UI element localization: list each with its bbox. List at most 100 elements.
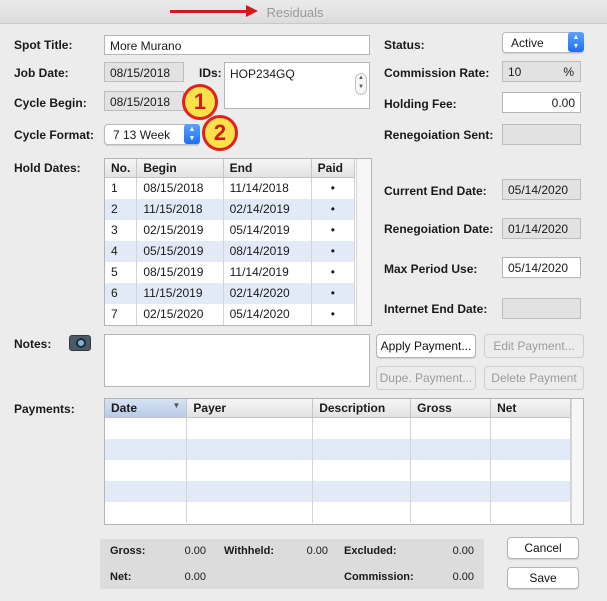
holding-fee-input[interactable]: 0.00 — [502, 92, 581, 113]
payments-scrollbar[interactable] — [571, 399, 583, 524]
cell-begin: 02/15/2020 — [136, 303, 224, 325]
col-begin[interactable]: Begin — [136, 159, 224, 178]
hold-dates-scrollbar[interactable] — [356, 159, 371, 325]
cell-begin: 11/15/2019 — [136, 282, 224, 304]
max-period-use-label: Max Period Use: — [384, 262, 478, 276]
table-row[interactable]: 4 05/15/2019 08/14/2019 • — [105, 240, 356, 262]
cell-no: 3 — [105, 219, 138, 241]
commission-value: 0.00 — [452, 571, 474, 583]
table-row[interactable]: 2 11/15/2018 02/14/2019 • — [105, 198, 356, 220]
commission-label: Commission: — [344, 571, 414, 583]
cell-end: 05/14/2020 — [223, 303, 312, 325]
table-row[interactable] — [105, 438, 571, 460]
excluded-label: Excluded: — [344, 545, 397, 557]
annotation-arrow-head-icon — [246, 5, 258, 17]
notes-textarea[interactable] — [104, 334, 370, 387]
table-row[interactable] — [105, 459, 571, 481]
col-date[interactable]: Date ▼ — [105, 399, 188, 418]
cell-end: 02/14/2019 — [223, 198, 312, 220]
cell-end: 02/14/2020 — [223, 282, 312, 304]
spot-title-label: Spot Title: — [14, 38, 73, 52]
annotation-badge-two: 2 — [202, 115, 238, 151]
current-end-date-label: Current End Date: — [384, 184, 487, 198]
holding-fee-label: Holding Fee: — [384, 97, 457, 111]
cycle-begin-label: Cycle Begin: — [14, 96, 87, 110]
table-row[interactable] — [105, 480, 571, 502]
table-row[interactable]: 3 02/15/2019 05/14/2019 • — [105, 219, 356, 241]
net-value: 0.00 — [184, 571, 206, 583]
cell-no: 7 — [105, 303, 138, 325]
max-period-use-field[interactable]: 05/14/2020 — [502, 257, 581, 278]
cell-paid: • — [311, 303, 356, 325]
payments-table: Date ▼ Payer Description Gross Net — [104, 398, 584, 525]
cycle-format-stepper-icon[interactable]: ▲ ▼ — [184, 124, 200, 144]
job-date-field[interactable]: 08/15/2018 — [104, 62, 184, 82]
cell-paid: • — [311, 240, 356, 262]
cell-begin: 11/15/2018 — [136, 198, 224, 220]
net-label: Net: — [110, 571, 132, 583]
table-row[interactable] — [105, 501, 571, 523]
status-label: Status: — [384, 38, 425, 52]
renegotiation-sent-field[interactable] — [502, 124, 581, 145]
table-row[interactable]: 5 08/15/2019 11/14/2019 • — [105, 261, 356, 283]
spot-title-input[interactable]: More Murano — [104, 35, 370, 55]
status-value: Active — [511, 36, 544, 50]
cell-end: 08/14/2019 — [223, 240, 312, 262]
cell-paid: • — [311, 219, 356, 241]
internet-end-date-label: Internet End Date: — [384, 302, 488, 316]
cell-end: 11/14/2018 — [223, 177, 312, 199]
current-end-date-field[interactable]: 05/14/2020 — [502, 179, 581, 200]
cell-no: 1 — [105, 177, 138, 199]
gross-label: Gross: — [110, 545, 146, 557]
cell-begin: 08/15/2019 — [136, 261, 224, 283]
col-no[interactable]: No. — [105, 159, 138, 178]
cancel-button[interactable]: Cancel — [507, 537, 579, 559]
dupe-payment-button[interactable]: Dupe. Payment... — [376, 366, 476, 390]
commission-rate-value: 10 — [508, 65, 522, 79]
status-stepper-icon[interactable]: ▲ ▼ — [568, 32, 584, 52]
table-row[interactable]: 6 11/15/2019 02/14/2020 • — [105, 282, 356, 304]
delete-payment-button[interactable]: Delete Payment — [484, 366, 584, 390]
table-row[interactable]: 1 08/15/2018 11/14/2018 • — [105, 177, 356, 199]
withheld-label: Withheld: — [224, 545, 274, 557]
col-gross[interactable]: Gross — [410, 399, 492, 418]
withheld-value: 0.00 — [306, 545, 328, 557]
hold-dates-table: No. Begin End Paid 1 08/15/2018 11/14/20… — [104, 158, 372, 326]
col-description[interactable]: Description — [312, 399, 412, 418]
internet-end-date-field[interactable] — [502, 298, 581, 319]
hold-dates-label: Hold Dates: — [14, 161, 81, 175]
annotation-badge-one: 1 — [182, 84, 218, 120]
gross-value: 0.00 — [184, 545, 206, 557]
commission-rate-field[interactable]: 10 % — [502, 61, 581, 82]
cycle-format-label: Cycle Format: — [14, 128, 95, 142]
cell-end: 05/14/2019 — [223, 219, 312, 241]
cell-no: 2 — [105, 198, 138, 220]
cell-paid: • — [311, 261, 356, 283]
excluded-value: 0.00 — [452, 545, 474, 557]
notes-label: Notes: — [14, 337, 52, 351]
cycle-begin-field[interactable]: 08/15/2018 — [104, 91, 184, 111]
cell-begin: 05/15/2019 — [136, 240, 224, 262]
edit-payment-button[interactable]: Edit Payment... — [484, 334, 584, 358]
table-row[interactable]: 7 02/15/2020 05/14/2020 • — [105, 303, 356, 325]
col-end[interactable]: End — [223, 159, 312, 178]
table-row[interactable] — [105, 417, 571, 439]
apply-payment-button[interactable]: Apply Payment... — [376, 334, 476, 358]
ids-label: IDs: — [199, 66, 222, 80]
commission-rate-unit: % — [563, 65, 574, 79]
cell-paid: • — [311, 177, 356, 199]
renegotiation-date-field[interactable]: 01/14/2020 — [502, 218, 581, 239]
ids-textarea[interactable]: HOP234GQ — [224, 62, 370, 109]
col-paid[interactable]: Paid — [311, 159, 356, 178]
commission-rate-label: Commission Rate: — [384, 66, 490, 80]
annotation-arrow-shaft — [170, 10, 250, 13]
col-payer[interactable]: Payer — [186, 399, 314, 418]
col-date-label: Date — [111, 401, 138, 415]
cycle-format-value: 7 13 Week — [113, 128, 171, 142]
ids-scroll-stepper[interactable]: ▲ ▼ — [355, 73, 367, 95]
col-net[interactable]: Net — [490, 399, 571, 418]
save-button[interactable]: Save — [507, 567, 579, 589]
camera-icon[interactable] — [69, 335, 91, 351]
renegotiation-sent-label: Renegoiation Sent: — [384, 128, 494, 142]
cell-begin: 08/15/2018 — [136, 177, 224, 199]
